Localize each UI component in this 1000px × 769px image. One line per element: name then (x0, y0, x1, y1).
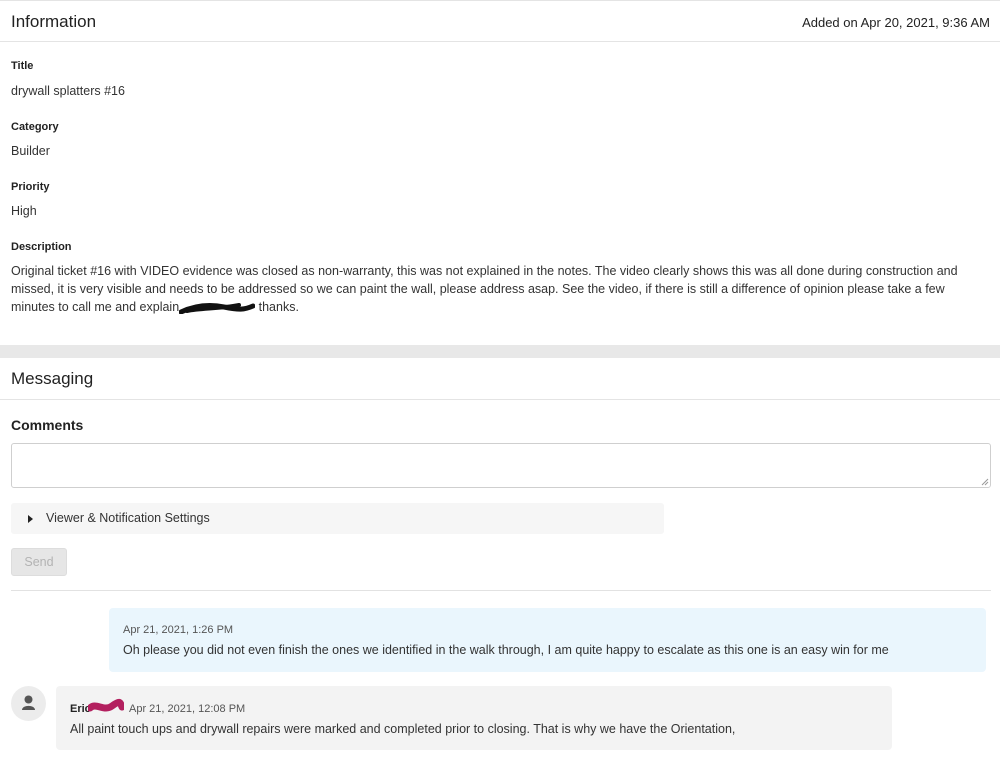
priority-value: High (11, 204, 37, 218)
description-label: Description (11, 241, 72, 253)
category-label: Category (11, 121, 59, 133)
title-value: drywall splatters #16 (11, 84, 125, 98)
incoming-message: Eric Apr 21, 2021, 12:08 PM All paint to… (56, 686, 892, 750)
author-redaction-scribble (88, 698, 124, 712)
resize-grip-icon[interactable] (981, 478, 989, 486)
description-body: Original ticket #16 with VIDEO evidence … (11, 264, 958, 314)
settings-label: Viewer & Notification Settings (46, 511, 210, 525)
comments-label: Comments (11, 417, 84, 433)
information-header: Information Added on Apr 20, 2021, 9:36 … (0, 0, 1000, 42)
viewer-notification-settings-toggle[interactable]: Viewer & Notification Settings (11, 503, 664, 534)
message-text: All paint touch ups and drywall repairs … (70, 722, 736, 736)
comment-input[interactable] (11, 443, 991, 488)
section-separator (0, 345, 1000, 358)
outgoing-message: Apr 21, 2021, 1:26 PM Oh please you did … (109, 608, 986, 672)
send-button[interactable]: Send (11, 548, 67, 576)
message-timestamp: Apr 21, 2021, 1:26 PM (123, 624, 234, 636)
messaging-title: Messaging (11, 369, 94, 388)
avatar (11, 686, 46, 721)
caret-right-icon (28, 515, 33, 523)
message-text: Oh please you did not even finish the on… (123, 643, 889, 657)
title-label: Title (11, 60, 34, 72)
description-text: Original ticket #16 with VIDEO evidence … (11, 262, 989, 316)
added-timestamp: Added on Apr 20, 2021, 9:36 AM (802, 15, 990, 30)
priority-label: Priority (11, 181, 50, 193)
messages-divider (11, 590, 991, 591)
message-timestamp: Apr 21, 2021, 12:08 PM (129, 703, 246, 715)
category-value: Builder (11, 144, 50, 158)
redaction-scribble (179, 302, 256, 314)
user-icon (22, 695, 35, 710)
information-title: Information (11, 12, 97, 31)
messaging-header: Messaging (0, 358, 1000, 400)
description-tail: thanks. (255, 300, 299, 314)
